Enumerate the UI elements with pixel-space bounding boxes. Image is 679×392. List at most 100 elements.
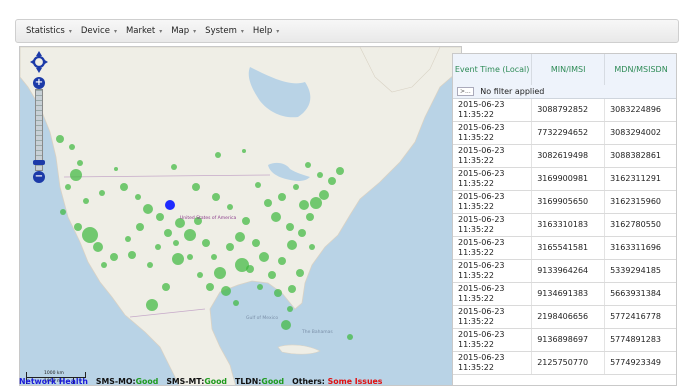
menu-market[interactable]: Market ▾ [126, 26, 162, 36]
cell-date: 2015-06-23 [458, 122, 505, 132]
table-row[interactable]: 2015-06-23 11:35:22 3165541581 3163311696 [453, 236, 676, 260]
map-marker [235, 258, 249, 272]
cell-event-time: 2015-06-23 11:35:22 [453, 144, 533, 168]
map-marker [120, 183, 128, 191]
map-marker [206, 283, 214, 291]
map-marker [227, 204, 233, 210]
menu-device[interactable]: Device ▾ [81, 26, 117, 36]
table-row[interactable]: 2015-06-23 11:35:22 2125750770 5774923349 [453, 351, 676, 375]
map-canvas[interactable]: United States of America Gulf of Mexico … [20, 47, 462, 386]
cell-min-imsi: 3169905650 [531, 190, 606, 214]
cell-min-imsi: 9133964264 [531, 259, 606, 283]
events-table: Event Time (Local) MIN/IMSI MDN/MSISDN >… [452, 53, 677, 386]
column-header-event-time[interactable]: Event Time (Local) [453, 54, 533, 85]
map-marker [110, 253, 118, 261]
table-row[interactable]: 2015-06-23 11:35:22 9133964264 5339294185 [453, 259, 676, 283]
map-marker [298, 229, 306, 237]
cell-min-imsi: 3088792852 [531, 98, 606, 122]
cell-date: 2015-06-23 [458, 168, 505, 178]
cell-date: 2015-06-23 [458, 283, 505, 293]
map-marker [268, 271, 276, 279]
map-marker [278, 257, 286, 265]
cell-time: 11:35:22 [458, 339, 494, 349]
menu-label: Statistics [26, 26, 65, 36]
cell-date: 2015-06-23 [458, 306, 505, 316]
land-cuba [277, 344, 321, 355]
cell-event-time: 2015-06-23 11:35:22 [453, 121, 533, 145]
filter-button[interactable]: >... [457, 86, 474, 96]
map-marker [164, 229, 172, 237]
status-label: SMS-MT: [166, 376, 205, 386]
map-marker [319, 190, 329, 200]
menu-bar: Statistics ▾ Device ▾ Market ▾ Map ▾ System ▾… [15, 19, 679, 43]
map-marker [70, 169, 82, 181]
table-row[interactable]: 2015-06-23 11:35:22 9134691383 5663931384 [453, 282, 676, 306]
map-marker [172, 253, 184, 265]
map-marker [69, 144, 75, 150]
pan-control-icon[interactable] [30, 51, 48, 73]
map-marker [306, 213, 314, 221]
map-marker [281, 320, 291, 330]
map-marker [114, 167, 118, 171]
selected-marker [165, 200, 175, 210]
cell-mdn-msisdn: 3083224896 [604, 98, 676, 122]
zoom-in-button[interactable]: + [33, 77, 45, 89]
map-marker [317, 172, 323, 178]
map-marker [162, 283, 170, 291]
map-marker [310, 197, 322, 209]
menu-map[interactable]: Map ▾ [171, 26, 196, 36]
map-marker [192, 183, 200, 191]
map-marker [264, 199, 272, 207]
map-marker [197, 272, 203, 278]
map-marker [233, 300, 239, 306]
status-others: Others: Some Issues [292, 377, 382, 386]
cell-min-imsi: 3082619498 [531, 144, 606, 168]
cell-event-time: 2015-06-23 11:35:22 [453, 282, 533, 306]
map-marker [187, 254, 193, 260]
table-row[interactable]: 2015-06-23 11:35:22 3088792852 3083224896 [453, 98, 676, 122]
map-marker [288, 285, 296, 293]
cell-date: 2015-06-23 [458, 145, 505, 155]
map-marker [336, 167, 344, 175]
chevron-down-icon: ▾ [193, 27, 197, 35]
table-row[interactable]: 2015-06-23 11:35:22 7732294652 3083294002 [453, 121, 676, 145]
map-marker [60, 209, 66, 215]
zoom-out-button[interactable]: − [33, 171, 45, 183]
map-label-gulf: Gulf of Mexico [246, 315, 278, 321]
zoom-slider-bar[interactable] [33, 89, 45, 171]
cell-min-imsi: 2125750770 [531, 351, 606, 375]
zoom-control: + − [30, 51, 48, 183]
cell-date: 2015-06-23 [458, 260, 505, 270]
cell-mdn-msisdn: 5663931384 [604, 282, 676, 306]
column-header-min-imsi[interactable]: MIN/IMSI [531, 54, 606, 85]
map-marker [156, 213, 164, 221]
table-row[interactable]: 2015-06-23 11:35:22 3082619498 3088382861 [453, 144, 676, 168]
menu-statistics[interactable]: Statistics ▾ [26, 26, 72, 36]
map-marker [135, 194, 141, 200]
map-marker [257, 284, 263, 290]
column-header-mdn-msisdn[interactable]: MDN/MSISDN [604, 54, 676, 85]
map-marker [235, 232, 245, 242]
menu-system[interactable]: System ▾ [205, 26, 244, 36]
map-label-usa: United States of America [180, 215, 236, 221]
app-frame: Statistics ▾ Device ▾ Market ▾ Map ▾ System ▾… [15, 19, 679, 392]
table-row[interactable]: 2015-06-23 11:35:22 3163310183 3162780550 [453, 213, 676, 237]
map-marker [242, 149, 246, 153]
map-marker [296, 269, 304, 277]
map-view[interactable]: United States of America Gulf of Mexico … [19, 46, 462, 386]
zoom-slider-handle[interactable] [33, 160, 45, 165]
cell-min-imsi: 2198406656 [531, 305, 606, 329]
map-marker [171, 164, 177, 170]
table-row[interactable]: 2015-06-23 11:35:22 3169900981 3162311291 [453, 167, 676, 191]
zoom-track: + − [33, 77, 45, 183]
table-row[interactable]: 2015-06-23 11:35:22 2198406656 5772416778 [453, 305, 676, 329]
map-marker [305, 162, 311, 168]
table-row[interactable]: 2015-06-23 11:35:22 3169905650 3162315960 [453, 190, 676, 214]
table-row[interactable]: 2015-06-23 11:35:22 9136898697 5774891283 [453, 328, 676, 352]
map-marker [252, 239, 260, 247]
network-health-link[interactable]: Network Health [19, 377, 88, 386]
map-marker [155, 244, 161, 250]
cell-event-time: 2015-06-23 11:35:22 [453, 190, 533, 214]
map-marker [293, 184, 299, 190]
menu-help[interactable]: Help ▾ [253, 26, 279, 36]
